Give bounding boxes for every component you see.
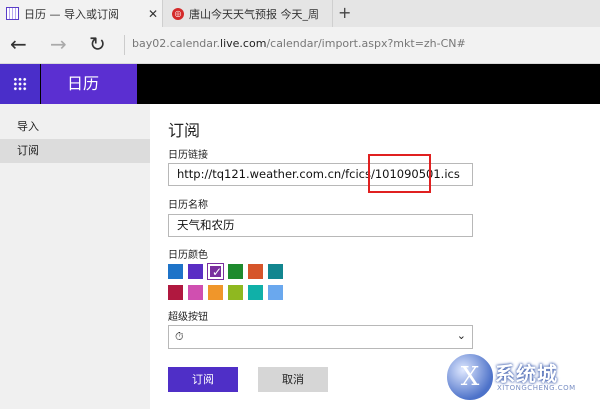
color-swatch[interactable] — [268, 264, 283, 279]
tab-weather[interactable]: ◎ 唐山今天天气预报 今天_周 — [164, 0, 333, 27]
app-launcher-button[interactable] — [0, 64, 40, 104]
color-swatch[interactable] — [168, 285, 183, 300]
color-swatch[interactable] — [248, 264, 263, 279]
app-title: 日历 — [41, 64, 137, 104]
charm-select[interactable]: ⏱ ⌄ — [168, 325, 473, 349]
color-swatch[interactable]: ✓ — [207, 263, 224, 280]
url-domain: live.com — [220, 37, 267, 50]
back-arrow-icon[interactable]: ← — [10, 32, 27, 56]
weather-site-icon: ◎ — [172, 7, 184, 20]
app-header: 日历 — [0, 64, 600, 104]
watermark-subtext: XITONGCHENG.COM — [497, 384, 576, 392]
calendar-name-input[interactable]: 天气和农历 — [168, 214, 473, 237]
calendar-name-label: 日历名称 — [168, 200, 208, 211]
address-bar: ← → ↻ bay02.calendar.live.com/calendar/i… — [0, 27, 600, 64]
new-tab-button[interactable]: + — [338, 3, 351, 22]
watermark-logo-icon: X — [445, 352, 495, 402]
address-divider — [124, 35, 125, 55]
color-swatch[interactable] — [188, 264, 203, 279]
calendar-icon — [6, 7, 19, 20]
url-path: /calendar/import.aspx?mkt=zh-CN# — [266, 37, 466, 50]
color-swatch[interactable] — [188, 285, 203, 300]
calendar-url-label: 日历链接 — [168, 150, 208, 161]
sidebar: 导入 订阅 — [0, 104, 150, 409]
watermark-text: 系统城 — [495, 362, 558, 386]
color-swatch[interactable] — [228, 264, 243, 279]
sidebar-item-subscribe[interactable]: 订阅 — [0, 139, 150, 163]
forward-arrow-icon[interactable]: → — [50, 32, 67, 56]
sidebar-item-import[interactable]: 导入 — [0, 115, 150, 139]
site-watermark: X 系统城 XITONGCHENG.COM — [445, 352, 595, 404]
color-swatch[interactable] — [268, 285, 283, 300]
subscribe-button[interactable]: 订阅 — [168, 367, 238, 392]
charm-label: 超级按钮 — [168, 312, 208, 323]
browser-tab-bar: 日历 — 导入或订阅 ✕ ◎ 唐山今天天气预报 今天_周 + — [0, 0, 600, 27]
chevron-down-icon: ⌄ — [456, 329, 466, 342]
url-field[interactable]: bay02.calendar.live.com/calendar/import.… — [132, 37, 466, 50]
annotation-highlight-box — [368, 154, 431, 193]
tab-label: 日历 — 导入或订阅 — [24, 7, 119, 21]
color-swatch[interactable] — [168, 264, 183, 279]
url-prefix: bay02.calendar. — [132, 37, 221, 50]
calendar-color-label: 日历颜色 — [168, 250, 208, 261]
waffle-icon — [13, 77, 27, 91]
close-icon[interactable]: ✕ — [144, 7, 162, 21]
tab-calendar[interactable]: 日历 — 导入或订阅 ✕ — [0, 0, 163, 27]
tab-label: 唐山今天天气预报 今天_周 — [189, 7, 319, 21]
checkmark-icon: ✓ — [212, 265, 223, 279]
color-swatch[interactable] — [208, 285, 223, 300]
refresh-icon[interactable]: ↻ — [89, 32, 106, 56]
color-swatch[interactable] — [228, 285, 243, 300]
page-title: 订阅 — [168, 121, 201, 140]
stopwatch-icon: ⏱ — [175, 330, 184, 343]
color-swatch[interactable] — [248, 285, 263, 300]
cancel-button[interactable]: 取消 — [258, 367, 328, 392]
